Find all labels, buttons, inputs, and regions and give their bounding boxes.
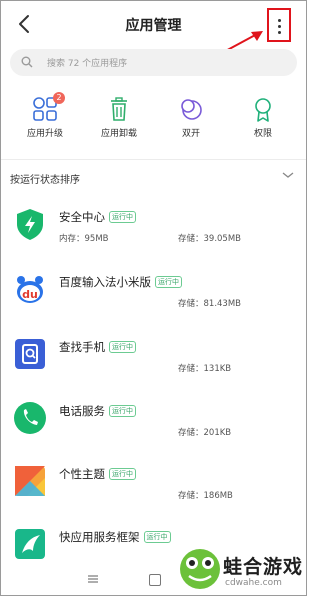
- list-item[interactable]: 电话服务 运行中 存储：201KB: [1, 401, 306, 463]
- shortcut-label: 应用升级: [26, 129, 63, 139]
- app-storage: 存储：131KB: [178, 364, 232, 374]
- theme-icon: [15, 466, 45, 496]
- shortcut-dual-app[interactable]: 双开: [159, 95, 223, 139]
- list-item[interactable]: 查找手机 运行中 存储：131KB: [1, 337, 306, 399]
- shortcut-label: 应用卸载: [100, 129, 137, 139]
- divider: [1, 159, 306, 160]
- app-name: 查找手机: [59, 340, 105, 354]
- dual-app-icon: [177, 95, 205, 123]
- permission-badge-icon: [249, 95, 277, 123]
- app-name-row: 查找手机 运行中: [59, 339, 136, 355]
- app-manager-screen: 应用管理 搜索 72 个应用程序 2 应用升级 应用卸载 双开 权限 按运行状态…: [0, 0, 307, 596]
- app-name-row: 个性主题 运行中: [59, 466, 136, 482]
- more-dot: [278, 31, 281, 34]
- search-placeholder: 搜索 72 个应用程序: [47, 59, 128, 69]
- app-name-row: 快应用服务框架 运行中: [59, 529, 171, 545]
- more-options-button[interactable]: [267, 8, 291, 42]
- app-storage: 存储：39.05MB: [178, 234, 241, 244]
- app-storage: 存储：201KB: [178, 428, 232, 438]
- app-name-row: 电话服务 运行中: [59, 403, 136, 419]
- app-upgrade-icon: 2: [31, 92, 65, 123]
- status-badge: 运行中: [143, 531, 171, 543]
- list-item[interactable]: 个性主题 运行中 存储：186MB: [1, 464, 306, 526]
- app-storage: 存储：186MB: [178, 491, 233, 501]
- watermark-url: cdwahe.com: [225, 578, 282, 588]
- frog-logo-icon: [180, 549, 220, 589]
- shortcut-permissions[interactable]: 权限: [231, 95, 295, 139]
- app-name-row: 安全中心 运行中: [59, 209, 136, 225]
- chevron-down-icon[interactable]: [281, 170, 295, 180]
- menu-icon[interactable]: [87, 574, 99, 584]
- shield-icon: [17, 209, 43, 240]
- more-dots-icon: [278, 19, 281, 22]
- list-item[interactable]: du 百度输入法小米版 运行中 存储：81.43MB: [1, 272, 306, 334]
- app-memory: 内存：95MB: [59, 234, 109, 244]
- watermark: 蛙合游戏 cdwahe.com: [173, 544, 306, 595]
- app-name: 安全中心: [59, 210, 105, 224]
- trash-icon: [105, 95, 133, 123]
- shortcut-app-upgrade[interactable]: 2 应用升级: [13, 92, 77, 139]
- shortcut-bar: 2 应用升级 应用卸载 双开 权限: [1, 92, 306, 143]
- app-name: 个性主题: [59, 467, 105, 481]
- search-icon: [21, 56, 33, 68]
- app-name: 快应用服务框架: [59, 530, 140, 544]
- header: 应用管理: [1, 1, 306, 62]
- app-name: 百度输入法小米版: [59, 275, 151, 289]
- find-phone-icon: [15, 339, 45, 369]
- baidu-input-icon: du: [15, 274, 45, 304]
- shortcut-label: 权限: [253, 129, 272, 139]
- app-storage: 存储：81.43MB: [178, 299, 241, 309]
- shortcut-label: 双开: [181, 129, 200, 139]
- list-item[interactable]: 安全中心 运行中 内存：95MB 存储：39.05MB: [1, 207, 306, 269]
- quick-app-icon: [15, 529, 45, 559]
- phone-icon: [14, 402, 46, 434]
- status-badge: 运行中: [109, 468, 136, 480]
- app-name: 电话服务: [59, 404, 105, 418]
- svg-text:du: du: [22, 288, 38, 301]
- home-button-icon[interactable]: [149, 574, 161, 586]
- watermark-title: 蛙合游戏: [223, 556, 304, 578]
- status-badge: 运行中: [109, 405, 136, 417]
- search-input[interactable]: 搜索 72 个应用程序: [10, 49, 297, 76]
- status-badge: 运行中: [109, 211, 136, 223]
- app-name-row: 百度输入法小米版 运行中: [59, 274, 182, 290]
- more-dot: [278, 25, 281, 28]
- status-badge: 运行中: [109, 341, 136, 353]
- shortcut-app-uninstall[interactable]: 应用卸载: [87, 95, 151, 139]
- sort-selector[interactable]: 按运行状态排序: [10, 171, 80, 186]
- upgrade-count-badge: 2: [53, 92, 65, 104]
- status-badge: 运行中: [155, 276, 182, 288]
